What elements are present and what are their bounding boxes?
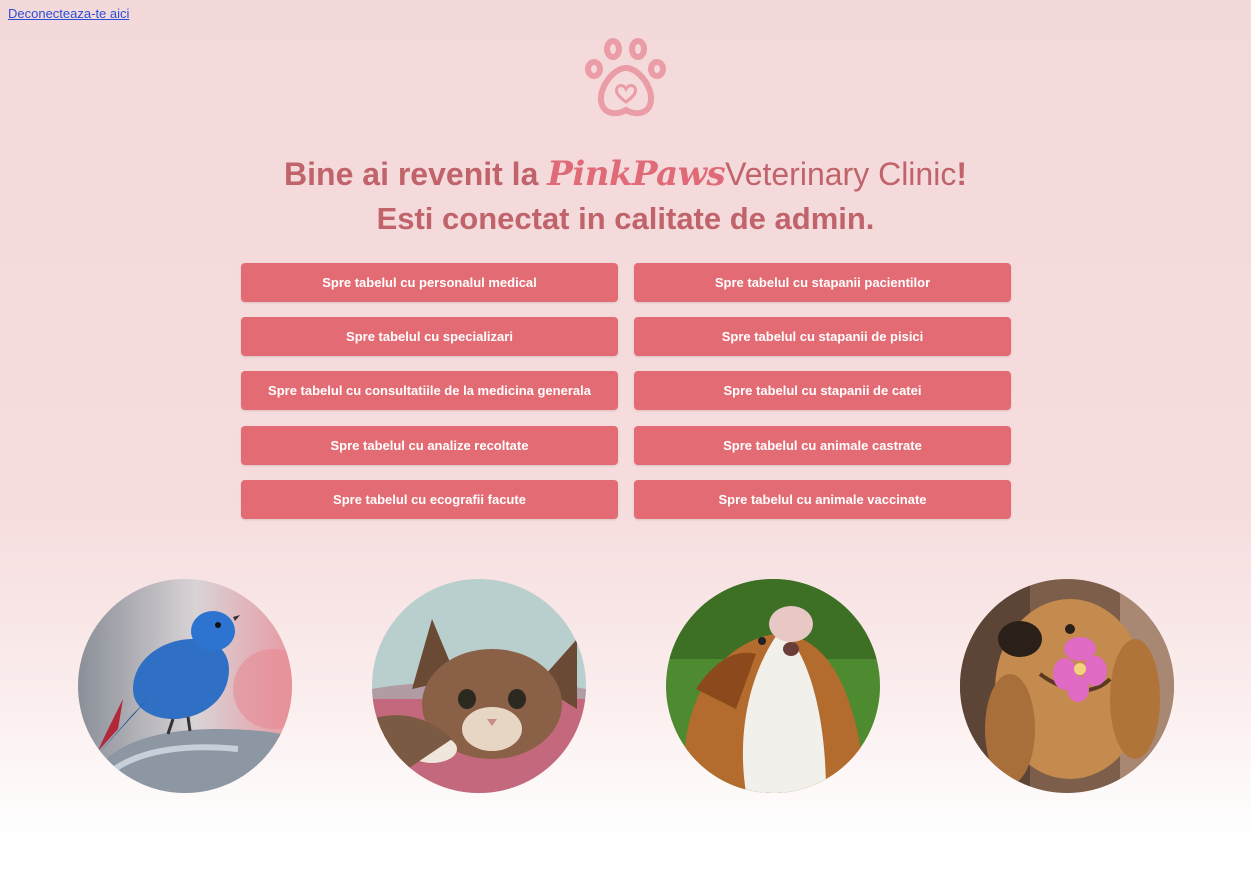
specializations-table-button[interactable]: Spre tabelul cu specializari	[241, 317, 618, 356]
admin-status: Esti conectat in calitate de admin.	[376, 201, 875, 236]
paw-heart-icon	[585, 38, 666, 117]
welcome-prefix: Bine ai revenit la	[284, 156, 539, 192]
neutered-animals-table-button[interactable]: Spre tabelul cu animale castrate	[634, 426, 1011, 465]
vaccinated-animals-table-button[interactable]: Spre tabelul cu animale vaccinate	[634, 480, 1011, 519]
ultrasounds-table-button[interactable]: Spre tabelul cu ecografii facute	[241, 480, 618, 519]
medical-staff-table-button[interactable]: Spre tabelul cu personalul medical	[241, 263, 618, 302]
guinea-pig-photo	[666, 579, 880, 793]
welcome-heading: Bine ai revenit la PinkPawsVeterinary Cl…	[0, 154, 1251, 239]
consultations-table-button[interactable]: Spre tabelul cu consultatiile de la medi…	[241, 371, 618, 410]
cat-owners-table-button[interactable]: Spre tabelul cu stapanii de pisici	[634, 317, 1011, 356]
owners-table-button[interactable]: Spre tabelul cu stapanii pacientilor	[634, 263, 1011, 302]
dog-owners-table-button[interactable]: Spre tabelul cu stapanii de catei	[634, 371, 1011, 410]
analyses-table-button[interactable]: Spre tabelul cu analize recoltate	[241, 426, 618, 465]
exclamation: !	[956, 156, 967, 192]
clinic-name: Veterinary Clinic	[725, 156, 957, 192]
kitten-photo	[372, 579, 586, 793]
dog-with-flower-photo	[960, 579, 1174, 793]
page: Deconecteaza-te aici Bine ai revenit la …	[0, 0, 1251, 896]
brand-name: PinkPaws	[547, 154, 726, 194]
bird-photo	[78, 579, 292, 793]
logout-link[interactable]: Deconecteaza-te aici	[8, 6, 129, 21]
